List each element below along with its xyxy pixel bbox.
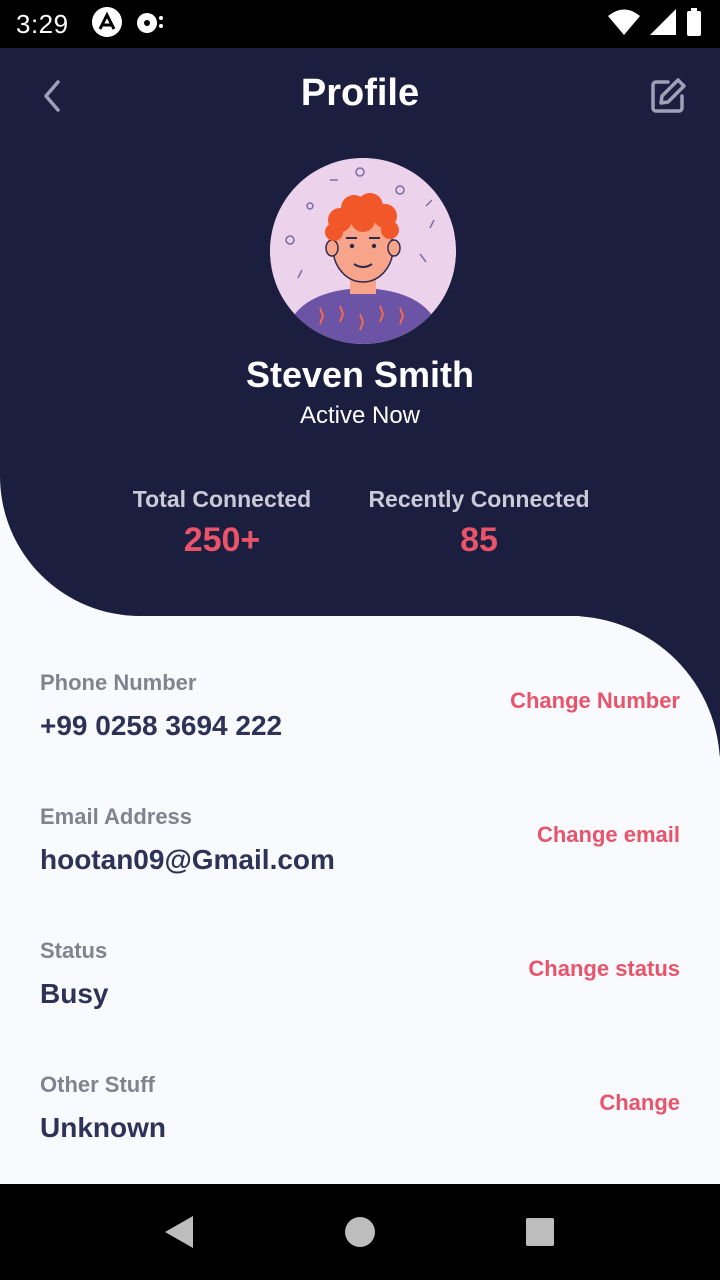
phone-value: +99 0258 3694 222	[40, 710, 283, 741]
nav-back-button[interactable]	[154, 1208, 202, 1256]
nav-recents-button[interactable]	[516, 1208, 564, 1256]
info-row-phone: Phone Number +99 0258 3694 222 Change Nu…	[40, 670, 680, 770]
page-title: Profile	[300, 72, 420, 114]
phone-label: Phone Number	[40, 670, 197, 695]
stat-total-label: Total Connected	[132, 486, 312, 512]
change-status-button[interactable]: Change status	[528, 956, 680, 982]
change-email-button[interactable]: Change email	[537, 822, 680, 848]
edit-profile-button[interactable]	[644, 72, 692, 120]
media-icon	[135, 8, 165, 41]
stat-recent-value: 85	[460, 521, 498, 559]
status-bar: 3:29	[0, 0, 720, 48]
change-other-button[interactable]: Change	[599, 1090, 680, 1116]
nav-home-button[interactable]	[336, 1208, 384, 1256]
user-status: Active Now	[299, 402, 421, 429]
app-a-icon	[91, 6, 123, 43]
stat-recent-label: Recently Connected	[368, 486, 590, 512]
battery-icon	[686, 7, 702, 41]
home-circle-icon	[345, 1217, 375, 1247]
back-triangle-icon	[165, 1216, 193, 1248]
other-label: Other Stuff	[40, 1072, 155, 1097]
info-row-status: Status Busy Change status	[40, 938, 680, 1038]
status-time: 3:29	[16, 8, 69, 39]
wifi-icon	[608, 9, 640, 40]
info-row-other: Other Stuff Unknown Change	[40, 1072, 680, 1172]
top-app-bar: Profile	[0, 48, 720, 144]
stat-total-connected: Total Connected 250+	[120, 486, 324, 560]
other-value: Unknown	[40, 1112, 166, 1143]
profile-screen: 3:29 Profile Steven Smith Active Now Tot…	[0, 0, 720, 1280]
change-number-button[interactable]: Change Number	[510, 688, 680, 714]
system-nav-bar	[0, 1184, 720, 1280]
recents-square-icon	[526, 1218, 554, 1246]
email-label: Email Address	[40, 804, 193, 829]
user-name: Steven Smith	[245, 354, 475, 395]
stat-total-value: 250+	[183, 521, 261, 559]
avatar	[270, 158, 456, 344]
email-value: hootan09@Gmail.com	[40, 844, 335, 875]
signal-icon	[650, 8, 676, 40]
stat-recently-connected: Recently Connected 85	[360, 486, 598, 560]
status-label: Status	[40, 938, 108, 963]
avatar-illustration	[270, 158, 456, 344]
edit-icon	[651, 78, 686, 113]
status-value: Busy	[40, 978, 109, 1009]
info-row-email: Email Address hootan09@Gmail.com Change …	[40, 804, 680, 904]
